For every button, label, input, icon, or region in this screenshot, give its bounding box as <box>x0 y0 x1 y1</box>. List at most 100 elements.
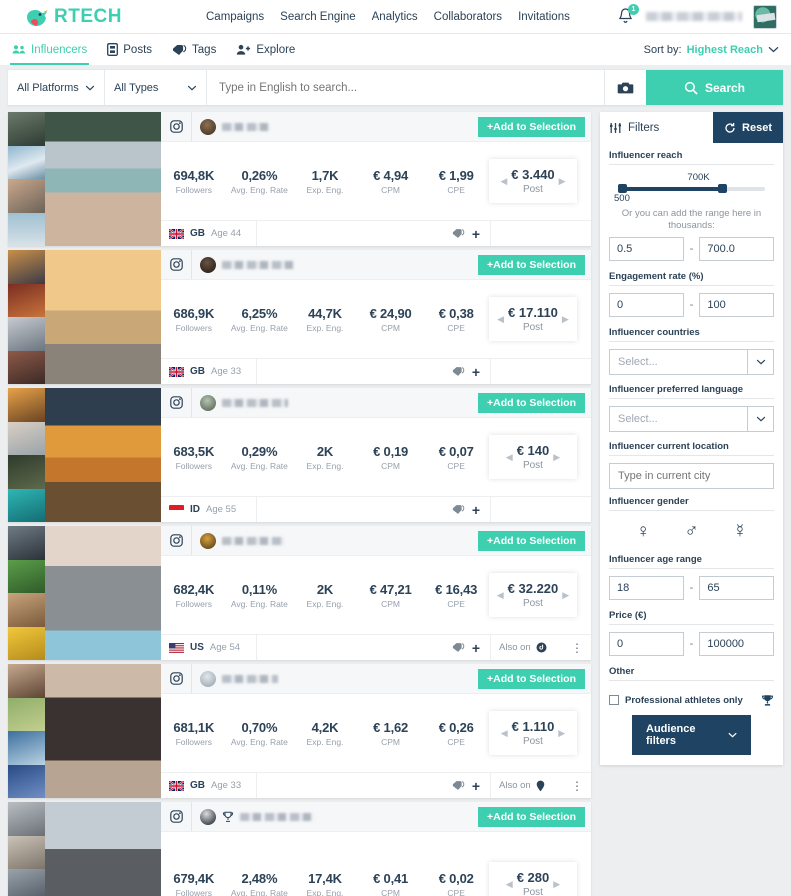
reset-filters-button[interactable]: Reset <box>713 112 783 143</box>
gender-male-icon[interactable]: ♂ <box>684 522 698 541</box>
add-to-selection-button[interactable]: +Add to Selection <box>478 254 585 275</box>
tag-icon[interactable] <box>452 642 465 653</box>
add-tag-icon[interactable]: + <box>472 503 480 517</box>
hero-image[interactable] <box>45 112 161 246</box>
notifications-button[interactable]: 1 <box>617 4 639 26</box>
location-pin-icon[interactable] <box>536 780 545 792</box>
language-select[interactable]: Select... <box>609 405 774 432</box>
tag-icon[interactable] <box>452 228 465 239</box>
price-next-arrow[interactable]: ▶ <box>553 879 560 890</box>
price-next-arrow[interactable]: ▶ <box>559 176 566 187</box>
add-to-selection-button[interactable]: +Add to Selection <box>478 116 585 137</box>
price-box[interactable]: ◀ € 140 Post ▶ <box>488 435 577 479</box>
price-prev-arrow[interactable]: ◀ <box>506 452 513 463</box>
price-box[interactable]: ◀ € 1.110 Post ▶ <box>488 711 577 755</box>
reach-min-input[interactable] <box>609 236 684 261</box>
audience-filters-button[interactable]: Audience filters <box>632 714 751 755</box>
professional-athletes-checkbox[interactable] <box>609 695 619 706</box>
reach-max-input[interactable] <box>699 236 775 261</box>
price-prev-arrow[interactable]: ◀ <box>506 879 513 890</box>
chevron-down-icon[interactable] <box>747 406 773 431</box>
hero-image[interactable] <box>45 250 161 384</box>
instagram-icon[interactable] <box>161 388 192 417</box>
tab-tags[interactable]: Tags <box>172 34 216 65</box>
card-menu-button[interactable]: ⋮ <box>571 642 583 654</box>
influencer-card[interactable]: +Add to Selection 682,4K Followers 0,11% A… <box>8 526 591 660</box>
avatar[interactable] <box>753 4 777 29</box>
thumbnail-strip[interactable] <box>8 388 45 522</box>
age-min-input[interactable] <box>609 575 684 600</box>
slider-knob-max[interactable] <box>717 184 727 193</box>
thumbnail-strip[interactable] <box>8 664 45 798</box>
price-prev-arrow[interactable]: ◀ <box>501 728 508 739</box>
add-to-selection-button[interactable]: +Add to Selection <box>478 530 585 551</box>
user-name[interactable] <box>646 12 742 21</box>
influencer-identity[interactable] <box>192 118 270 135</box>
price-box[interactable]: ◀ € 3.440 Post ▶ <box>488 159 577 203</box>
price-next-arrow[interactable]: ▶ <box>558 728 565 739</box>
search-button[interactable]: Search <box>646 70 783 105</box>
instagram-icon[interactable] <box>161 250 192 279</box>
hero-image[interactable] <box>45 664 161 798</box>
nav-item-analytics[interactable]: Analytics <box>372 11 418 23</box>
price-min-input[interactable] <box>609 631 684 656</box>
age-max-input[interactable] <box>699 575 775 600</box>
current-city-input[interactable] <box>609 462 774 489</box>
influencer-identity[interactable] <box>192 256 294 273</box>
tag-icon[interactable] <box>452 504 465 515</box>
hero-image[interactable] <box>45 526 161 660</box>
price-next-arrow[interactable]: ▶ <box>562 590 569 601</box>
influencer-identity[interactable] <box>192 394 288 411</box>
instagram-icon[interactable] <box>161 664 192 693</box>
add-to-selection-button[interactable]: +Add to Selection <box>478 668 585 689</box>
thumbnail-strip[interactable] <box>8 112 45 246</box>
nav-item-collaborators[interactable]: Collaborators <box>434 11 502 23</box>
tag-icon[interactable] <box>452 780 465 791</box>
sort-by-control[interactable]: Sort by: Highest Reach <box>644 44 779 56</box>
add-tag-icon[interactable]: + <box>472 779 480 793</box>
chevron-down-icon[interactable] <box>747 349 773 374</box>
platform-filter-dropdown[interactable]: All Platforms <box>8 70 105 105</box>
add-tag-icon[interactable]: + <box>472 227 480 241</box>
professional-athletes-row[interactable]: Professional athletes only <box>609 688 774 709</box>
price-max-input[interactable] <box>699 631 775 656</box>
influencer-card[interactable]: +Add to Selection 683,5K Followers 0,29% A… <box>8 388 591 522</box>
thumbnail-strip[interactable] <box>8 802 45 896</box>
instagram-icon[interactable] <box>161 526 192 555</box>
gender-other-icon[interactable]: ☿ <box>733 522 747 541</box>
reach-slider[interactable]: 700K 500 <box>609 172 774 206</box>
price-box[interactable]: ◀ € 32.220 Post ▶ <box>488 573 577 617</box>
influencer-card[interactable]: +Add to Selection 679,4K Followers 2,48% A… <box>8 802 591 896</box>
engagement-max-input[interactable] <box>699 292 775 317</box>
price-box[interactable]: ◀ € 17.110 Post ▶ <box>488 297 577 341</box>
influencer-identity[interactable] <box>192 808 315 825</box>
price-box[interactable]: ◀ € 280 Post ▶ <box>488 862 577 896</box>
hero-image[interactable] <box>45 388 161 522</box>
countries-select[interactable]: Select... <box>609 348 774 375</box>
gender-female-icon[interactable]: ♀ <box>636 522 650 541</box>
type-filter-dropdown[interactable]: All Types <box>105 70 207 105</box>
influencer-card[interactable]: +Add to Selection 686,9K Followers 6,25% A… <box>8 250 591 384</box>
price-prev-arrow[interactable]: ◀ <box>500 176 507 187</box>
tab-posts[interactable]: Posts <box>107 34 152 65</box>
instagram-icon[interactable] <box>161 802 192 831</box>
engagement-min-input[interactable] <box>609 292 684 317</box>
hero-image[interactable] <box>45 802 161 896</box>
slider-knob-min[interactable] <box>618 184 627 193</box>
influencer-identity[interactable] <box>192 532 284 549</box>
instagram-icon[interactable] <box>161 112 192 141</box>
thumbnail-strip[interactable] <box>8 526 45 660</box>
search-input[interactable] <box>207 70 604 105</box>
add-tag-icon[interactable]: + <box>472 641 480 655</box>
nav-item-invitations[interactable]: Invitations <box>518 11 570 23</box>
influencer-card[interactable]: +Add to Selection 694,8K Followers 0,26% A… <box>8 112 591 246</box>
price-next-arrow[interactable]: ▶ <box>562 314 569 325</box>
tab-explore[interactable]: Explore <box>236 34 295 65</box>
price-prev-arrow[interactable]: ◀ <box>497 314 504 325</box>
tiktok-icon[interactable] <box>536 642 547 653</box>
nav-item-campaigns[interactable]: Campaigns <box>206 11 264 23</box>
card-menu-button[interactable]: ⋮ <box>571 780 583 792</box>
price-next-arrow[interactable]: ▶ <box>553 452 560 463</box>
add-to-selection-button[interactable]: +Add to Selection <box>478 392 585 413</box>
tab-influencers[interactable]: Influencers <box>9 34 90 65</box>
